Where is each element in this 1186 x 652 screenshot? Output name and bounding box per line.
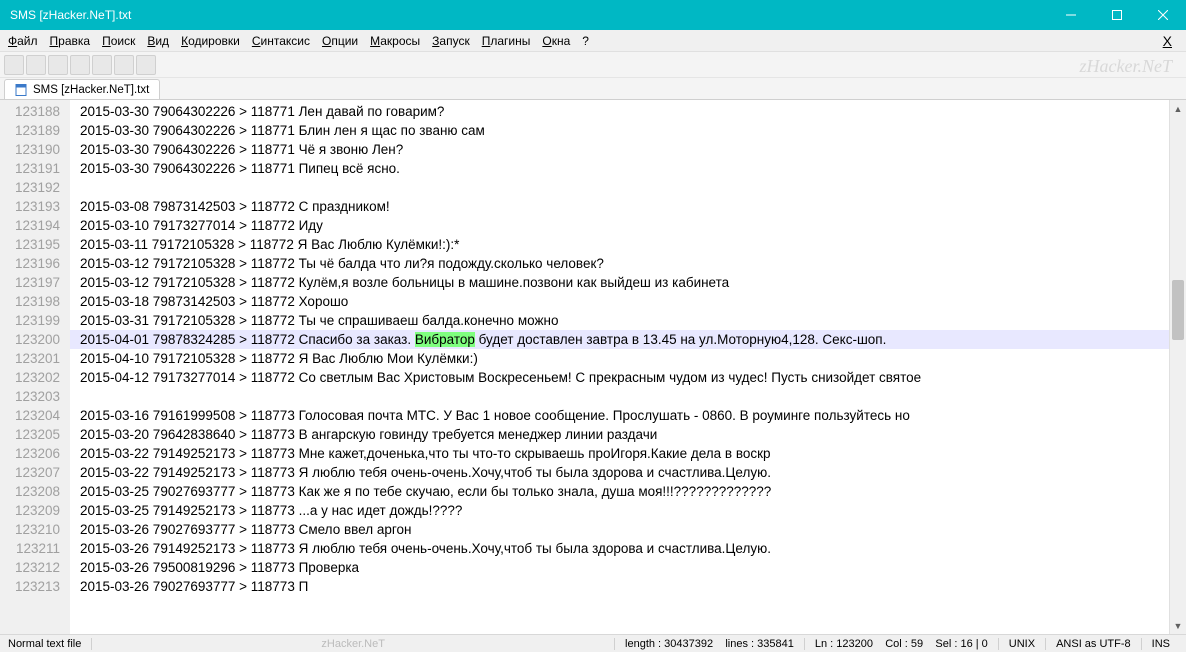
- toolbar-button[interactable]: [26, 55, 46, 75]
- code-line[interactable]: [70, 387, 1186, 406]
- line-number: 123194: [0, 216, 60, 235]
- code-line[interactable]: 2015-03-10 79173277014 > 118772 Иду: [70, 216, 1186, 235]
- search-highlight: Вибратор: [415, 332, 475, 347]
- toolbar-button[interactable]: [70, 55, 90, 75]
- code-line[interactable]: 2015-03-20 79642838640 > 118773 В ангарс…: [70, 425, 1186, 444]
- code-line[interactable]: 2015-03-22 79149252173 > 118773 Я люблю …: [70, 463, 1186, 482]
- menu-options[interactable]: Опции: [322, 34, 358, 48]
- line-number: 123188: [0, 102, 60, 121]
- code-line[interactable]: 2015-03-25 79149252173 > 118773 ...а у н…: [70, 501, 1186, 520]
- minimize-button[interactable]: [1048, 0, 1094, 30]
- title-bar: SMS [zHacker.NeT].txt: [0, 0, 1186, 30]
- status-bar: Normal text file zHacker.NeT length : 30…: [0, 634, 1186, 652]
- code-line[interactable]: 2015-03-18 79873142503 > 118772 Хорошо: [70, 292, 1186, 311]
- code-line[interactable]: 2015-03-22 79149252173 > 118773 Мне каже…: [70, 444, 1186, 463]
- line-number: 123206: [0, 444, 60, 463]
- line-gutter: 1231881231891231901231911231921231931231…: [0, 100, 70, 634]
- line-number: 123197: [0, 273, 60, 292]
- menu-windows[interactable]: Окна: [542, 34, 570, 48]
- line-number: 123211: [0, 539, 60, 558]
- line-number: 123199: [0, 311, 60, 330]
- scroll-thumb[interactable]: [1172, 280, 1184, 340]
- code-line[interactable]: 2015-03-30 79064302226 > 118771 Блин лен…: [70, 121, 1186, 140]
- code-area[interactable]: 2015-03-30 79064302226 > 118771 Лен дава…: [70, 100, 1186, 634]
- toolbar-button[interactable]: [136, 55, 156, 75]
- line-number: 123209: [0, 501, 60, 520]
- status-filetype: Normal text file: [6, 638, 91, 650]
- tab-file[interactable]: SMS [zHacker.NeT].txt: [4, 79, 160, 99]
- code-line[interactable]: [70, 178, 1186, 197]
- menu-search[interactable]: Поиск: [102, 34, 135, 48]
- status-length: length : 30437392 lines : 335841: [614, 638, 804, 650]
- line-number: 123195: [0, 235, 60, 254]
- code-line[interactable]: 2015-03-25 79027693777 > 118773 Как же я…: [70, 482, 1186, 501]
- code-line[interactable]: 2015-03-26 79027693777 > 118773 П: [70, 577, 1186, 596]
- scroll-down-button[interactable]: ▼: [1170, 617, 1186, 634]
- tab-label: SMS [zHacker.NeT].txt: [33, 84, 149, 96]
- line-number: 123213: [0, 577, 60, 596]
- menu-run[interactable]: Запуск: [432, 34, 470, 48]
- code-line[interactable]: 2015-04-10 79172105328 > 118772 Я Вас Лю…: [70, 349, 1186, 368]
- line-number: 123201: [0, 349, 60, 368]
- toolbar-button[interactable]: [92, 55, 112, 75]
- code-line[interactable]: 2015-03-30 79064302226 > 118771 Пипец вс…: [70, 159, 1186, 178]
- line-number: 123207: [0, 463, 60, 482]
- line-number: 123189: [0, 121, 60, 140]
- tab-strip: SMS [zHacker.NeT].txt: [0, 78, 1186, 100]
- code-line[interactable]: 2015-03-26 79500819296 > 118773 Проверка: [70, 558, 1186, 577]
- line-number: 123208: [0, 482, 60, 501]
- code-line[interactable]: 2015-03-11 79172105328 > 118772 Я Вас Лю…: [70, 235, 1186, 254]
- menu-file[interactable]: Файл: [8, 34, 38, 48]
- status-mode: INS: [1141, 638, 1180, 650]
- status-cursor: Ln : 123200 Col : 59 Sel : 16 | 0: [804, 638, 998, 650]
- scroll-up-button[interactable]: ▲: [1170, 100, 1186, 117]
- code-line[interactable]: 2015-03-26 79027693777 > 118773 Смело вв…: [70, 520, 1186, 539]
- line-number: 123193: [0, 197, 60, 216]
- menu-bar: Файл Правка Поиск Вид Кодировки Синтакси…: [0, 30, 1186, 52]
- code-line[interactable]: 2015-03-16 79161999508 > 118773 Голосова…: [70, 406, 1186, 425]
- vertical-scrollbar[interactable]: ▲ ▼: [1169, 100, 1186, 634]
- line-number: 123202: [0, 368, 60, 387]
- toolbar-button[interactable]: [114, 55, 134, 75]
- close-button[interactable]: [1140, 0, 1186, 30]
- window-title: SMS [zHacker.NeT].txt: [10, 8, 1048, 22]
- line-number: 123205: [0, 425, 60, 444]
- code-line[interactable]: 2015-03-12 79172105328 > 118772 Кулём,я …: [70, 273, 1186, 292]
- line-number: 123204: [0, 406, 60, 425]
- editor: 1231881231891231901231911231921231931231…: [0, 100, 1186, 634]
- code-line[interactable]: 2015-03-08 79873142503 > 118772 С праздн…: [70, 197, 1186, 216]
- toolbar-button[interactable]: [4, 55, 24, 75]
- menu-plugins[interactable]: Плагины: [482, 34, 531, 48]
- line-number: 123200: [0, 330, 60, 349]
- file-icon: [15, 84, 27, 96]
- toolbar: [0, 52, 1186, 78]
- menu-help[interactable]: ?: [582, 34, 589, 48]
- maximize-button[interactable]: [1094, 0, 1140, 30]
- line-number: 123203: [0, 387, 60, 406]
- code-line[interactable]: 2015-03-30 79064302226 > 118771 Чё я зво…: [70, 140, 1186, 159]
- code-line[interactable]: 2015-03-12 79172105328 > 118772 Ты чё ба…: [70, 254, 1186, 273]
- status-encoding: ANSI as UTF-8: [1045, 638, 1141, 650]
- status-eol: UNIX: [998, 638, 1045, 650]
- line-number: 123191: [0, 159, 60, 178]
- line-number: 123192: [0, 178, 60, 197]
- menu-encodings[interactable]: Кодировки: [181, 34, 240, 48]
- status-watermark: zHacker.NeT: [91, 638, 614, 650]
- line-number: 123196: [0, 254, 60, 273]
- code-line[interactable]: 2015-03-26 79149252173 > 118773 Я люблю …: [70, 539, 1186, 558]
- menu-view[interactable]: Вид: [147, 34, 169, 48]
- toolbar-button[interactable]: [48, 55, 68, 75]
- line-number: 123198: [0, 292, 60, 311]
- code-line[interactable]: 2015-04-01 79878324285 > 118772 Спасибо …: [70, 330, 1186, 349]
- menu-syntax[interactable]: Синтаксис: [252, 34, 310, 48]
- code-line[interactable]: 2015-04-12 79173277014 > 118772 Со светл…: [70, 368, 1186, 387]
- code-line[interactable]: 2015-03-30 79064302226 > 118771 Лен дава…: [70, 102, 1186, 121]
- code-line[interactable]: 2015-03-31 79172105328 > 118772 Ты че сп…: [70, 311, 1186, 330]
- line-number: 123190: [0, 140, 60, 159]
- line-number: 123212: [0, 558, 60, 577]
- menu-macros[interactable]: Макросы: [370, 34, 420, 48]
- line-number: 123210: [0, 520, 60, 539]
- menu-close-x[interactable]: X: [1163, 33, 1172, 49]
- menu-edit[interactable]: Правка: [50, 34, 91, 48]
